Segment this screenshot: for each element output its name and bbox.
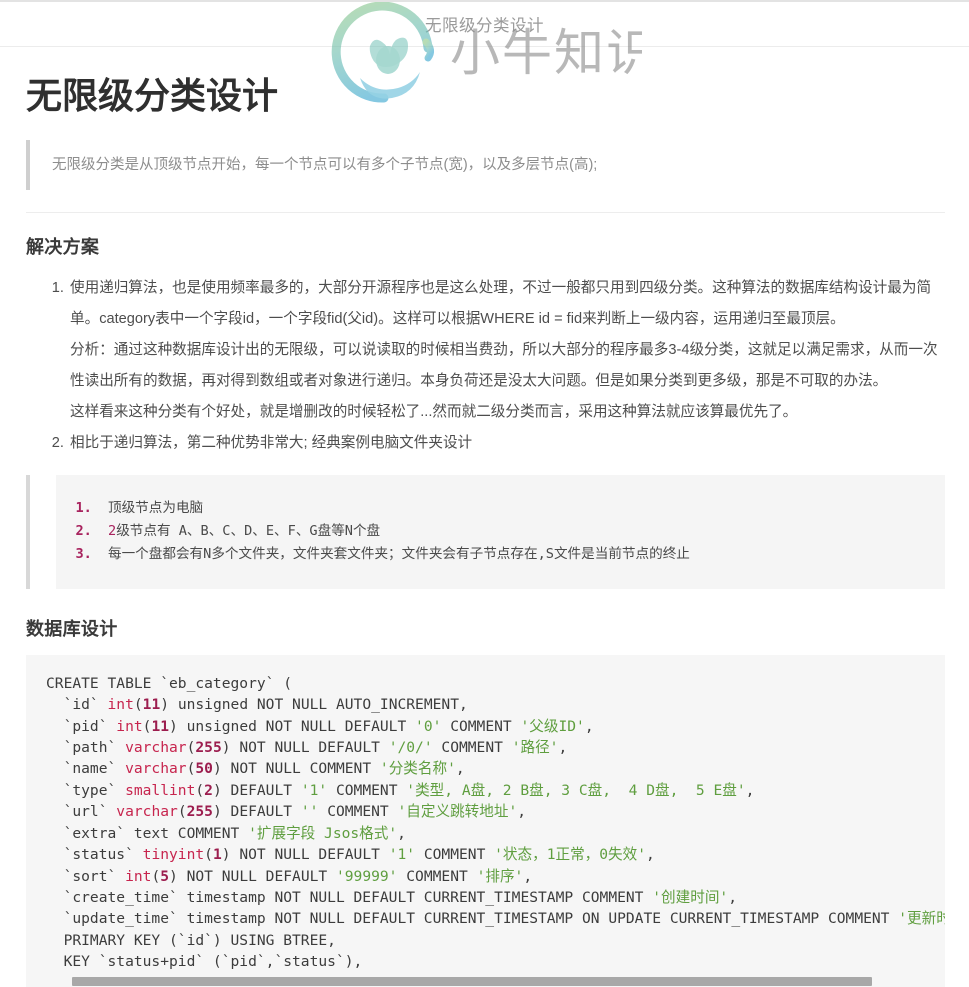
solution-analysis-1: 分析：通过这种数据库设计出的无限级，可以说读取的时候相当费劲，所以大部分的程序最… [70,341,938,389]
folder-item-3-text: 每一个盘都会有N多个文件夹，文件夹套文件夹；文件夹会有子节点存在,S文件是当前节… [108,546,690,563]
folder-item-2-prefix: 2 [108,523,117,540]
sql-code-text: CREATE TABLE `eb_category` ( `id` int(11… [46,674,945,987]
list-item: 每一个盘都会有N多个文件夹，文件夹套文件夹；文件夹会有子节点存在,S文件是当前节… [100,543,945,566]
folder-example-code: 顶级节点为电脑 2级节点有 A、B、C、D、E、F、G盘等N个盘 每一个盘都会有… [56,474,945,589]
intro-text: 无限级分类是从顶级节点开始，每一个节点可以有多个子节点(宽)，以及多层节点(高)… [52,157,598,173]
page-content: 无限级分类设计 无限级分类是从顶级节点开始，每一个节点可以有多个子节点(宽)，以… [0,73,969,987]
solution-analysis-2: 这样看来这种分类有个好处，就是增删改的时候轻松了...然而就二级分类而言，采用这… [70,403,798,420]
solution-item-1-text: 使用递归算法，也是使用频率最多的，大部分开源程序也是这么处理，不过一般都只用到四… [70,280,932,328]
solution-item-2-text: 相比于递归算法，第二种优势非常大; 经典案例电脑文件夹设计 [70,434,473,451]
divider-1 [26,212,945,214]
top-bar-title: 无限级分类设计 [425,17,544,35]
list-item: 使用递归算法，也是使用频率最多的，大部分开源程序也是这么处理，不过一般都只用到四… [68,273,945,428]
top-bar: 无限级分类设计 [0,0,969,47]
solution-list: 使用递归算法，也是使用频率最多的，大部分开源程序也是这么处理，不过一般都只用到四… [24,273,945,459]
page-title: 无限级分类设计 [26,75,279,116]
list-item: 顶级节点为电脑 [100,497,945,520]
list-item: 相比于递归算法，第二种优势非常大; 经典案例电脑文件夹设计 [68,428,945,459]
list-item: 2级节点有 A、B、C、D、E、F、G盘等N个盘 [100,520,945,543]
section-heading-database: 数据库设计 [26,618,118,639]
folder-example-list: 顶级节点为电脑 2级节点有 A、B、C、D、E、F、G盘等N个盘 每一个盘都会有… [56,497,945,567]
folder-item-1-text: 顶级节点为电脑 [108,499,204,516]
intro-blockquote: 无限级分类是从顶级节点开始，每一个节点可以有多个子节点(宽)，以及多层节点(高)… [26,140,945,191]
scrollbar-thumb[interactable] [72,976,872,986]
code-horizontal-scrollbar[interactable] [26,974,945,987]
folder-item-2-text: 级节点有 A、B、C、D、E、F、G盘等N个盘 [116,523,381,540]
folder-example-block: 顶级节点为电脑 2级节点有 A、B、C、D、E、F、G盘等N个盘 每一个盘都会有… [26,474,945,589]
section-heading-solution: 解决方案 [26,237,100,258]
sql-code-block: CREATE TABLE `eb_category` ( `id` int(11… [26,654,945,987]
